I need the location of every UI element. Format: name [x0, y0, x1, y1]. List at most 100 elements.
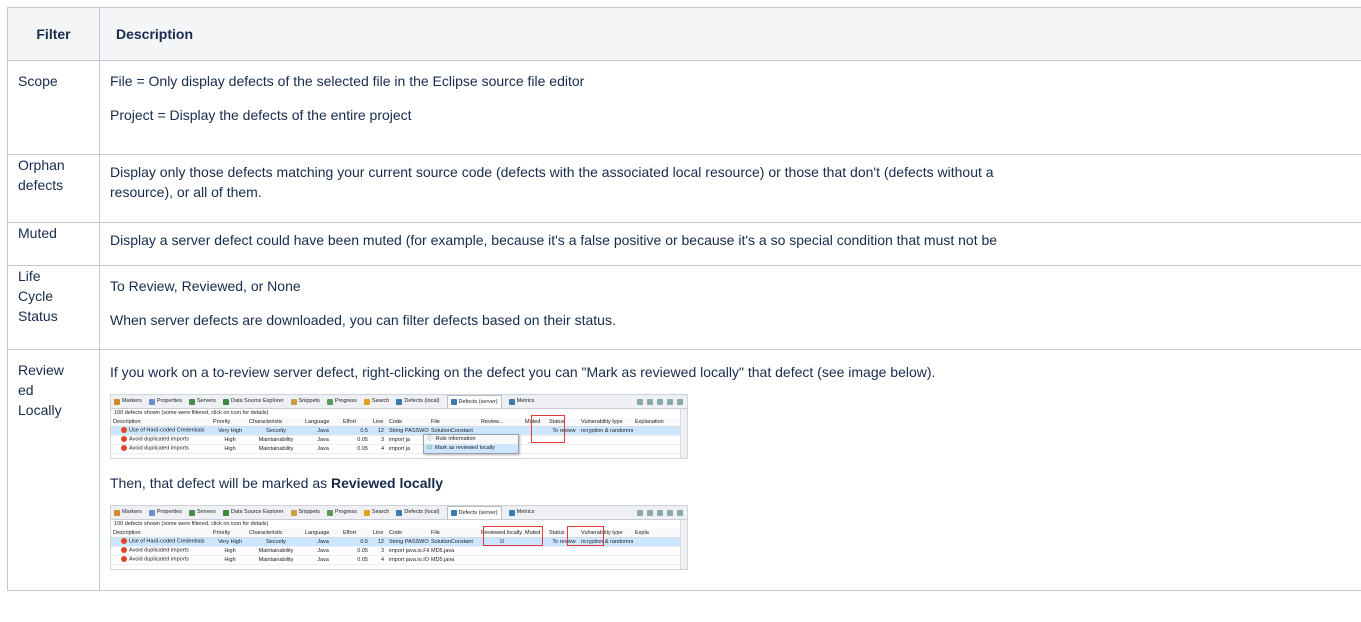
column-header[interactable]: Vulnerability type	[579, 419, 633, 426]
description-line: Display only those defects matching your…	[110, 164, 994, 180]
toolbar-icon[interactable]	[637, 398, 643, 405]
view-icon	[450, 399, 457, 405]
grid-cell: Very High	[218, 427, 242, 434]
column-header[interactable]: Expla	[633, 530, 673, 537]
column-header[interactable]: Priority	[211, 530, 247, 537]
grid-cell: 0.5	[360, 427, 368, 434]
view-tab-label: Markers	[122, 398, 142, 404]
column-header[interactable]: Priority	[211, 419, 247, 426]
table-row-muted: Muted Display a server defect could have…	[7, 222, 1361, 266]
menu-item-mark-as-reviewed-locally[interactable]: ☑ Mark as reviewed locally	[424, 444, 518, 453]
menu-item-rule-information[interactable]: ⓘ Rule information	[424, 435, 518, 444]
column-header[interactable]: Description	[111, 419, 211, 426]
view-tab[interactable]: Metrics	[508, 398, 535, 405]
column-header[interactable]: Effort	[341, 530, 371, 537]
view-icon	[188, 509, 195, 516]
column-header[interactable]: Characteristic	[247, 530, 303, 537]
grid-cell: 12	[377, 538, 384, 545]
filter-name-line: defects	[18, 177, 64, 193]
column-header[interactable]: Line	[371, 419, 387, 426]
toolbar-icon[interactable]	[647, 509, 653, 516]
grid-cell: Maintainability	[258, 445, 294, 452]
grid-cell: 4	[380, 556, 384, 563]
column-header[interactable]: Code	[387, 530, 429, 537]
view-tab[interactable]: Progress	[326, 509, 357, 516]
defect-row[interactable]: Avoid duplicated imports High Maintainabil…	[111, 547, 687, 556]
view-tab[interactable]: Properties	[148, 509, 182, 516]
column-header[interactable]: Explanation	[633, 419, 673, 426]
table-row-scope: Scope File = Only display defects of the…	[7, 60, 1361, 155]
column-header[interactable]: Language	[303, 419, 341, 426]
view-icon	[114, 398, 120, 405]
toolbar-icon[interactable]	[657, 509, 663, 516]
grid-cell: High	[224, 556, 236, 563]
checkbox-icon: ☑	[427, 445, 432, 451]
view-tab-label: Metrics	[516, 398, 535, 404]
column-header[interactable]: Effort	[341, 419, 371, 426]
eclipse-screenshot-context-menu: Markers Properties Servers Data Source Expl…	[110, 394, 688, 459]
header-filter: Filter	[7, 7, 100, 61]
view-tab[interactable]: Defects (server)	[446, 395, 502, 408]
filter-description: To Review, Reviewed, or None When server…	[99, 265, 1361, 350]
defect-row[interactable]: Use of Hard-coded Credentials Very High Se…	[111, 427, 687, 436]
view-tab[interactable]: Data Source Explorer	[222, 398, 284, 405]
view-tab[interactable]: Snippets	[290, 398, 320, 405]
defect-row[interactable]: Avoid duplicated imports High Maintainabil…	[111, 556, 687, 565]
toolbar-icon[interactable]	[667, 509, 673, 516]
view-icon	[222, 509, 229, 516]
column-header[interactable]: File	[429, 419, 479, 426]
description-paragraph: To Review, Reviewed, or None	[110, 278, 301, 294]
view-tab[interactable]: Defects (local)	[396, 398, 440, 405]
column-header[interactable]: File	[429, 530, 479, 537]
defect-icon	[121, 556, 127, 563]
view-tab[interactable]: Data Source Explorer	[222, 509, 284, 516]
defect-icon	[121, 436, 127, 443]
view-tab[interactable]: Metrics	[508, 509, 534, 516]
view-tab[interactable]: Markers	[114, 398, 142, 405]
column-header[interactable]: Line	[371, 530, 387, 537]
column-header[interactable]: Language	[303, 530, 341, 537]
view-icon	[188, 398, 195, 405]
toolbar-icon[interactable]	[667, 398, 673, 405]
view-tab[interactable]: Progress	[326, 398, 357, 405]
view-tab-label: Search	[371, 398, 390, 404]
column-header[interactable]: Code	[387, 419, 429, 426]
grid-cell: Java	[317, 436, 329, 443]
toolbar-icon[interactable]	[657, 398, 663, 405]
toolbar-icon[interactable]	[677, 509, 683, 516]
grid-cell: Maintainability	[258, 547, 294, 554]
view-tab[interactable]: Servers	[188, 398, 216, 405]
view-tab[interactable]: Properties	[148, 398, 182, 405]
column-header[interactable]: Description	[111, 530, 211, 537]
view-tab[interactable]: Search	[363, 509, 389, 516]
view-tab[interactable]: Defects (server)	[446, 506, 502, 519]
toolbar-icon[interactable]	[677, 398, 683, 405]
scrollbar[interactable]	[680, 409, 687, 458]
filter-name-line: Cycle	[18, 288, 54, 304]
view-tab[interactable]: Snippets	[290, 509, 320, 516]
filter-name: Muted	[7, 222, 100, 266]
grid-cell: 3	[380, 436, 384, 443]
view-tab-label: Servers	[196, 509, 216, 515]
view-icon	[148, 398, 155, 405]
toolbar-icon[interactable]	[647, 398, 653, 405]
description-paragraph: Then, that defect will be marked as Revi…	[110, 469, 1361, 501]
grid-cell: MD5.java	[431, 547, 455, 554]
column-header[interactable]: Review...	[479, 419, 523, 426]
toolbar-icon[interactable]	[637, 509, 643, 516]
reviewed-locally-highlight-box	[483, 526, 543, 546]
view-tab[interactable]: Servers	[188, 509, 216, 516]
view-tab[interactable]: Markers	[114, 509, 142, 516]
view-icon	[363, 509, 370, 516]
filter-name: Orphan defects	[7, 154, 100, 223]
grid-cell: Java	[317, 445, 329, 452]
view-tab-label: Snippets	[298, 509, 320, 515]
defect-row[interactable]: Avoid duplicated imports High Maintainabil…	[111, 445, 687, 454]
view-tab[interactable]: Search	[363, 398, 390, 405]
view-tab[interactable]: Defects (local)	[396, 509, 440, 516]
scrollbar[interactable]	[680, 520, 687, 569]
view-icon	[326, 398, 333, 405]
defect-row[interactable]: Avoid duplicated imports High Maintainabil…	[111, 436, 687, 445]
grid-cell: Java	[317, 556, 329, 563]
column-header[interactable]: Characteristic	[247, 419, 303, 426]
